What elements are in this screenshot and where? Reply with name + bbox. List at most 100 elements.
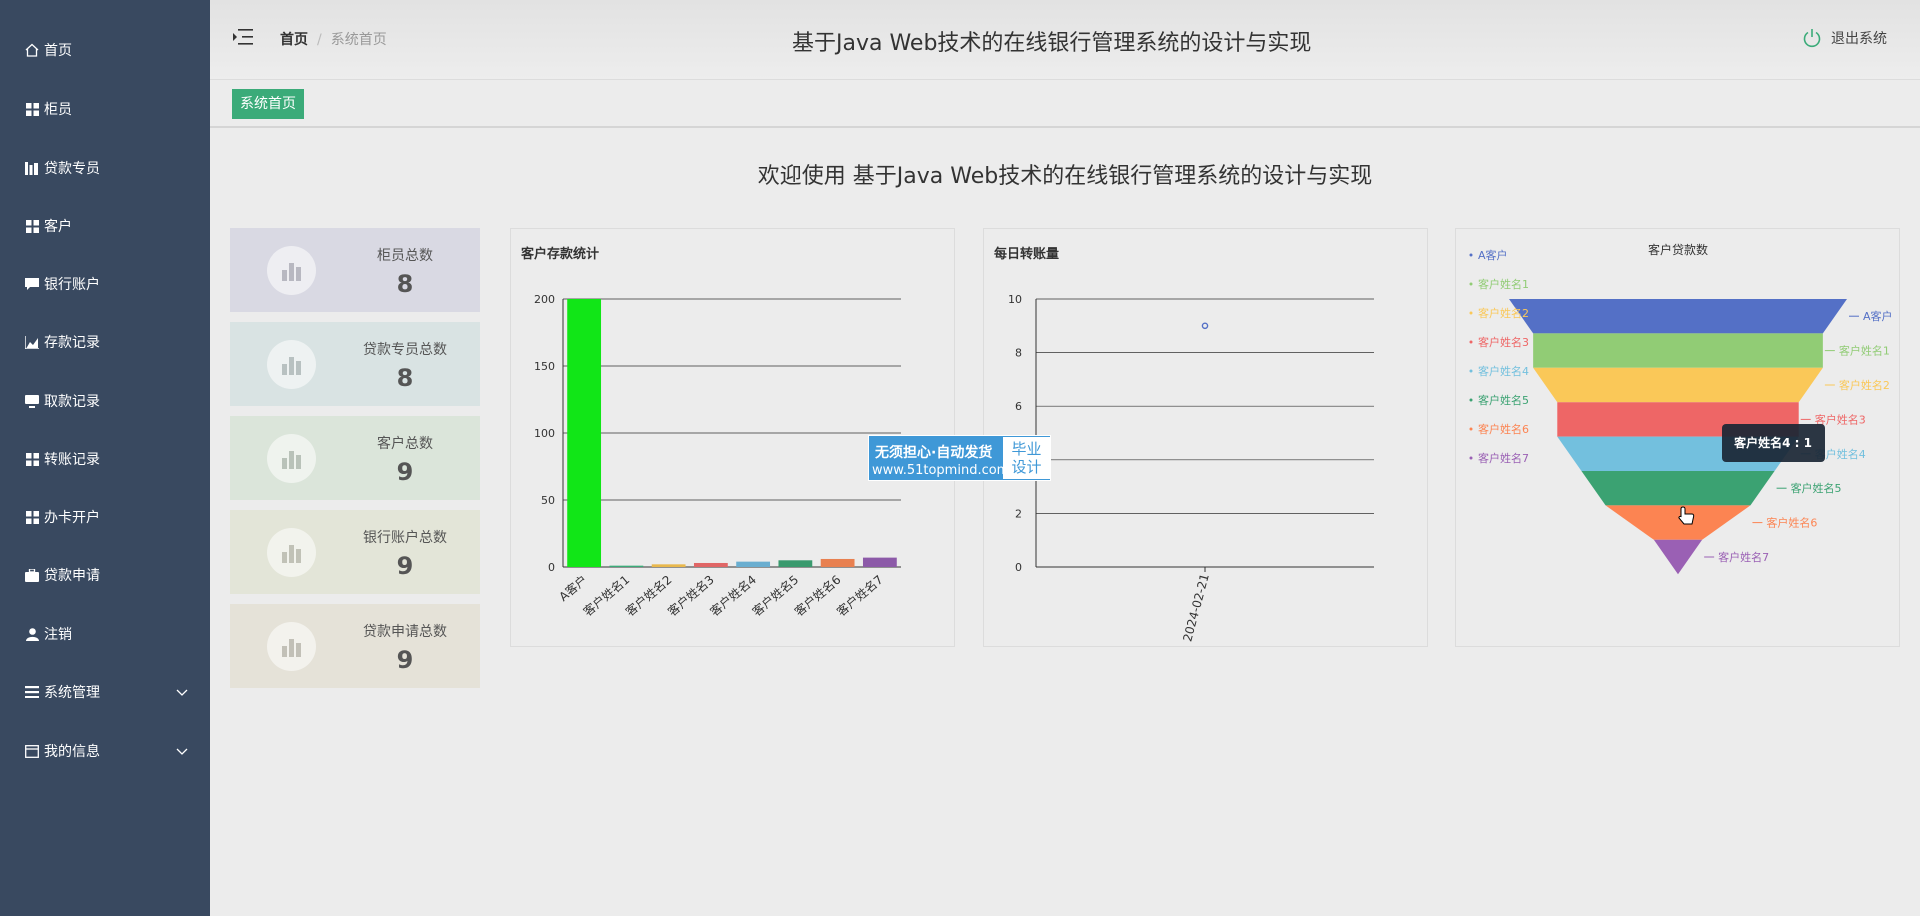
sidebar-item-4[interactable]: 银行账户 [0,264,210,304]
legend-item[interactable]: 客户姓名1 [1478,277,1529,291]
grid-icon [24,101,40,117]
legend-marker [1469,398,1473,402]
chart-tooltip: 客户姓名4 : 1 [1722,424,1825,462]
sidebar-item-8[interactable]: 办卡开户 [0,497,210,537]
funnel-segment[interactable] [1533,367,1823,403]
legend-item[interactable]: 客户姓名7 [1478,451,1529,465]
sidebar-item-2[interactable]: 贷款专员 [0,148,210,188]
sidebar-item-6[interactable]: 取款记录 [0,381,210,421]
area-chart-icon [24,334,40,350]
data-point[interactable] [1201,322,1209,330]
legend-marker [1469,427,1473,431]
grid-icon [24,218,40,234]
breadcrumb-separator: / [317,32,322,48]
bar[interactable] [609,565,644,567]
funnel-segment[interactable] [1605,505,1751,540]
chevron-down-icon [176,744,188,760]
monitor-icon [24,393,40,409]
logout-button[interactable]: 退出系统 [1802,28,1887,48]
legend-item[interactable]: 客户姓名5 [1478,393,1529,407]
watermark-line2: www.51topmind.com [872,463,1010,478]
x-tick-label: 客户姓名7 [834,572,886,619]
sidebar-item-label: 取款记录 [44,394,100,410]
sidebar-item-9[interactable]: 贷款申请 [0,555,210,595]
legend-marker [1469,253,1473,257]
bar-chart-icon [267,434,316,483]
breadcrumb: 首页 / 系统首页 [280,29,387,49]
x-tick-label: 客户姓名2 [622,572,674,619]
stat-card: 银行账户总数 9 [230,510,480,594]
bar[interactable] [862,557,897,567]
funnel-segment[interactable] [1581,471,1775,506]
menu-toggle-icon[interactable] [232,28,254,46]
legend-item[interactable]: 客户姓名2 [1478,306,1529,320]
stat-value: 8 [396,270,414,298]
x-tick-label: 客户姓名6 [791,572,843,619]
bar[interactable] [693,562,728,567]
y-tick-label: 0 [1015,561,1022,574]
briefcase-icon [24,567,40,583]
watermark-badge-top: 毕业 [1011,440,1042,458]
sidebar-item-label: 柜员 [44,102,72,118]
funnel-segment[interactable] [1509,299,1847,334]
sidebar-item-10[interactable]: 注销 [0,614,210,654]
funnel-segment[interactable] [1653,539,1703,575]
chevron-down-icon [176,685,188,701]
bar[interactable] [778,560,813,567]
legend-item[interactable]: 客户姓名3 [1478,335,1529,349]
stat-label: 客户总数 [377,436,433,452]
stat-value: 9 [396,646,414,674]
sidebar-item-5[interactable]: 存款记录 [0,322,210,362]
legend-item[interactable]: A客户 [1478,248,1508,262]
breadcrumb-home[interactable]: 首页 [280,32,308,48]
stat-card: 贷款申请总数 9 [230,604,480,688]
bar[interactable] [820,558,855,567]
welcome-title: 欢迎使用 基于Java Web技术的在线银行管理系统的设计与实现 [757,164,1373,189]
watermark-badge: 毕业 设计 [1003,437,1050,479]
bars-icon [24,160,40,176]
legend-item[interactable]: 客户姓名4 [1478,364,1529,378]
stat-label: 柜员总数 [377,248,433,264]
header: 首页 / 系统首页 基于Java Web技术的在线银行管理系统的设计与实现 退出系统 [210,0,1920,80]
stat-card: 客户总数 9 [230,416,480,500]
y-tick-label: 200 [534,293,555,306]
sidebar-item-7[interactable]: 转账记录 [0,439,210,479]
stat-card: 贷款专员总数 8 [230,322,480,406]
sidebar-item-label: 客户 [44,219,72,235]
logout-label: 退出系统 [1831,31,1887,47]
sidebar-item-label: 办卡开户 [44,510,100,526]
grid-icon [24,509,40,525]
sidebar-item-0[interactable]: 首页 [0,30,210,70]
stat-value: 9 [396,458,414,486]
bar[interactable] [736,561,771,567]
watermark-banner[interactable]: 无须担心·自动发货 www.51topmind.com 毕业 设计 [868,435,1051,481]
legend-item[interactable]: 客户姓名6 [1478,422,1529,436]
x-tick-label: 客户姓名4 [707,572,759,619]
loan-chart-panel: 客户贷款数 A客户 A客户 客户姓名1 客户姓名1 客户姓名2 客户姓名2 客户姓名3 客户姓名… [1455,228,1900,647]
user-icon [24,626,40,642]
sidebar-item-1[interactable]: 柜员 [0,89,210,129]
funnel-segment[interactable] [1533,333,1823,368]
sidebar-item-12[interactable]: 我的信息 [0,731,210,771]
tooltip-text: 客户姓名4 : 1 [1733,435,1812,450]
sidebar-item-label: 转账记录 [44,452,100,468]
bar[interactable] [651,564,686,567]
tab-home[interactable]: 系统首页 [232,89,304,119]
bar-chart-icon [267,340,316,389]
x-tick-label: 客户姓名5 [749,572,801,619]
stat-label: 贷款专员总数 [363,342,447,358]
sidebar-item-label: 贷款申请 [44,568,100,584]
stat-label: 贷款申请总数 [363,624,447,640]
stat-value: 9 [396,552,414,580]
sidebar-item-11[interactable]: 系统管理 [0,672,210,712]
breadcrumb-current: 系统首页 [330,32,387,48]
sidebar-item-label: 存款记录 [44,335,100,351]
funnel-title: 客户贷款数 [1648,242,1708,257]
sidebar-item-label: 我的信息 [44,744,100,760]
x-tick-label: 2024-02-21 [1180,572,1212,643]
bar[interactable] [567,299,602,567]
y-tick-label: 50 [541,494,555,507]
sidebar-item-label: 贷款专员 [44,161,100,177]
funnel-label: 客户姓名1 [1839,344,1890,358]
sidebar-item-3[interactable]: 客户 [0,206,210,246]
